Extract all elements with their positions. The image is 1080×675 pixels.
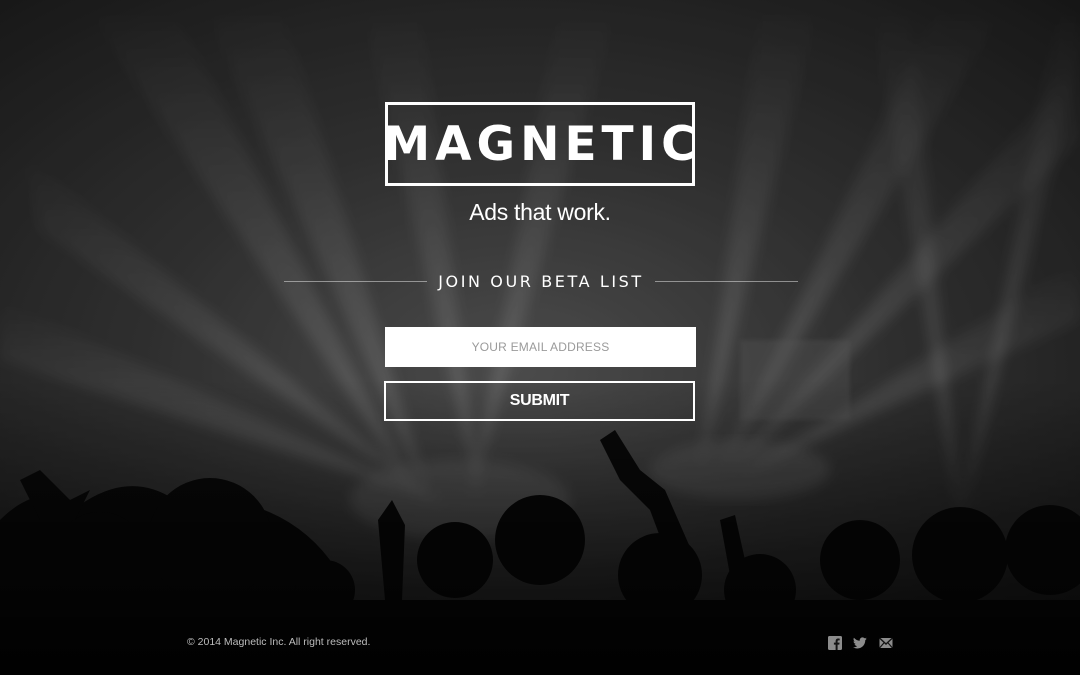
mail-icon	[879, 637, 893, 649]
divider-right	[654, 280, 799, 282]
submit-button[interactable]: SUBMIT	[384, 381, 695, 421]
email-input[interactable]	[385, 327, 696, 367]
copyright-text: © 2014 Magnetic Inc. All right reserved.	[187, 636, 371, 648]
facebook-icon	[828, 636, 842, 650]
mail-link[interactable]	[879, 636, 893, 650]
facebook-link[interactable]	[828, 636, 842, 650]
tagline: Ads that work.	[469, 199, 611, 225]
twitter-link[interactable]	[853, 636, 867, 650]
logo: MAGNETIC	[383, 102, 696, 186]
beta-list-heading: JOIN OUR BETA LIST	[284, 270, 799, 292]
twitter-icon	[853, 637, 867, 649]
divider-left	[284, 280, 428, 282]
beta-list-title: JOIN OUR BETA LIST	[438, 271, 644, 291]
logo-text: MAGNETIC	[383, 116, 701, 172]
landing-page: MAGNETIC Ads that work. JOIN OUR BETA LI…	[0, 0, 1080, 675]
